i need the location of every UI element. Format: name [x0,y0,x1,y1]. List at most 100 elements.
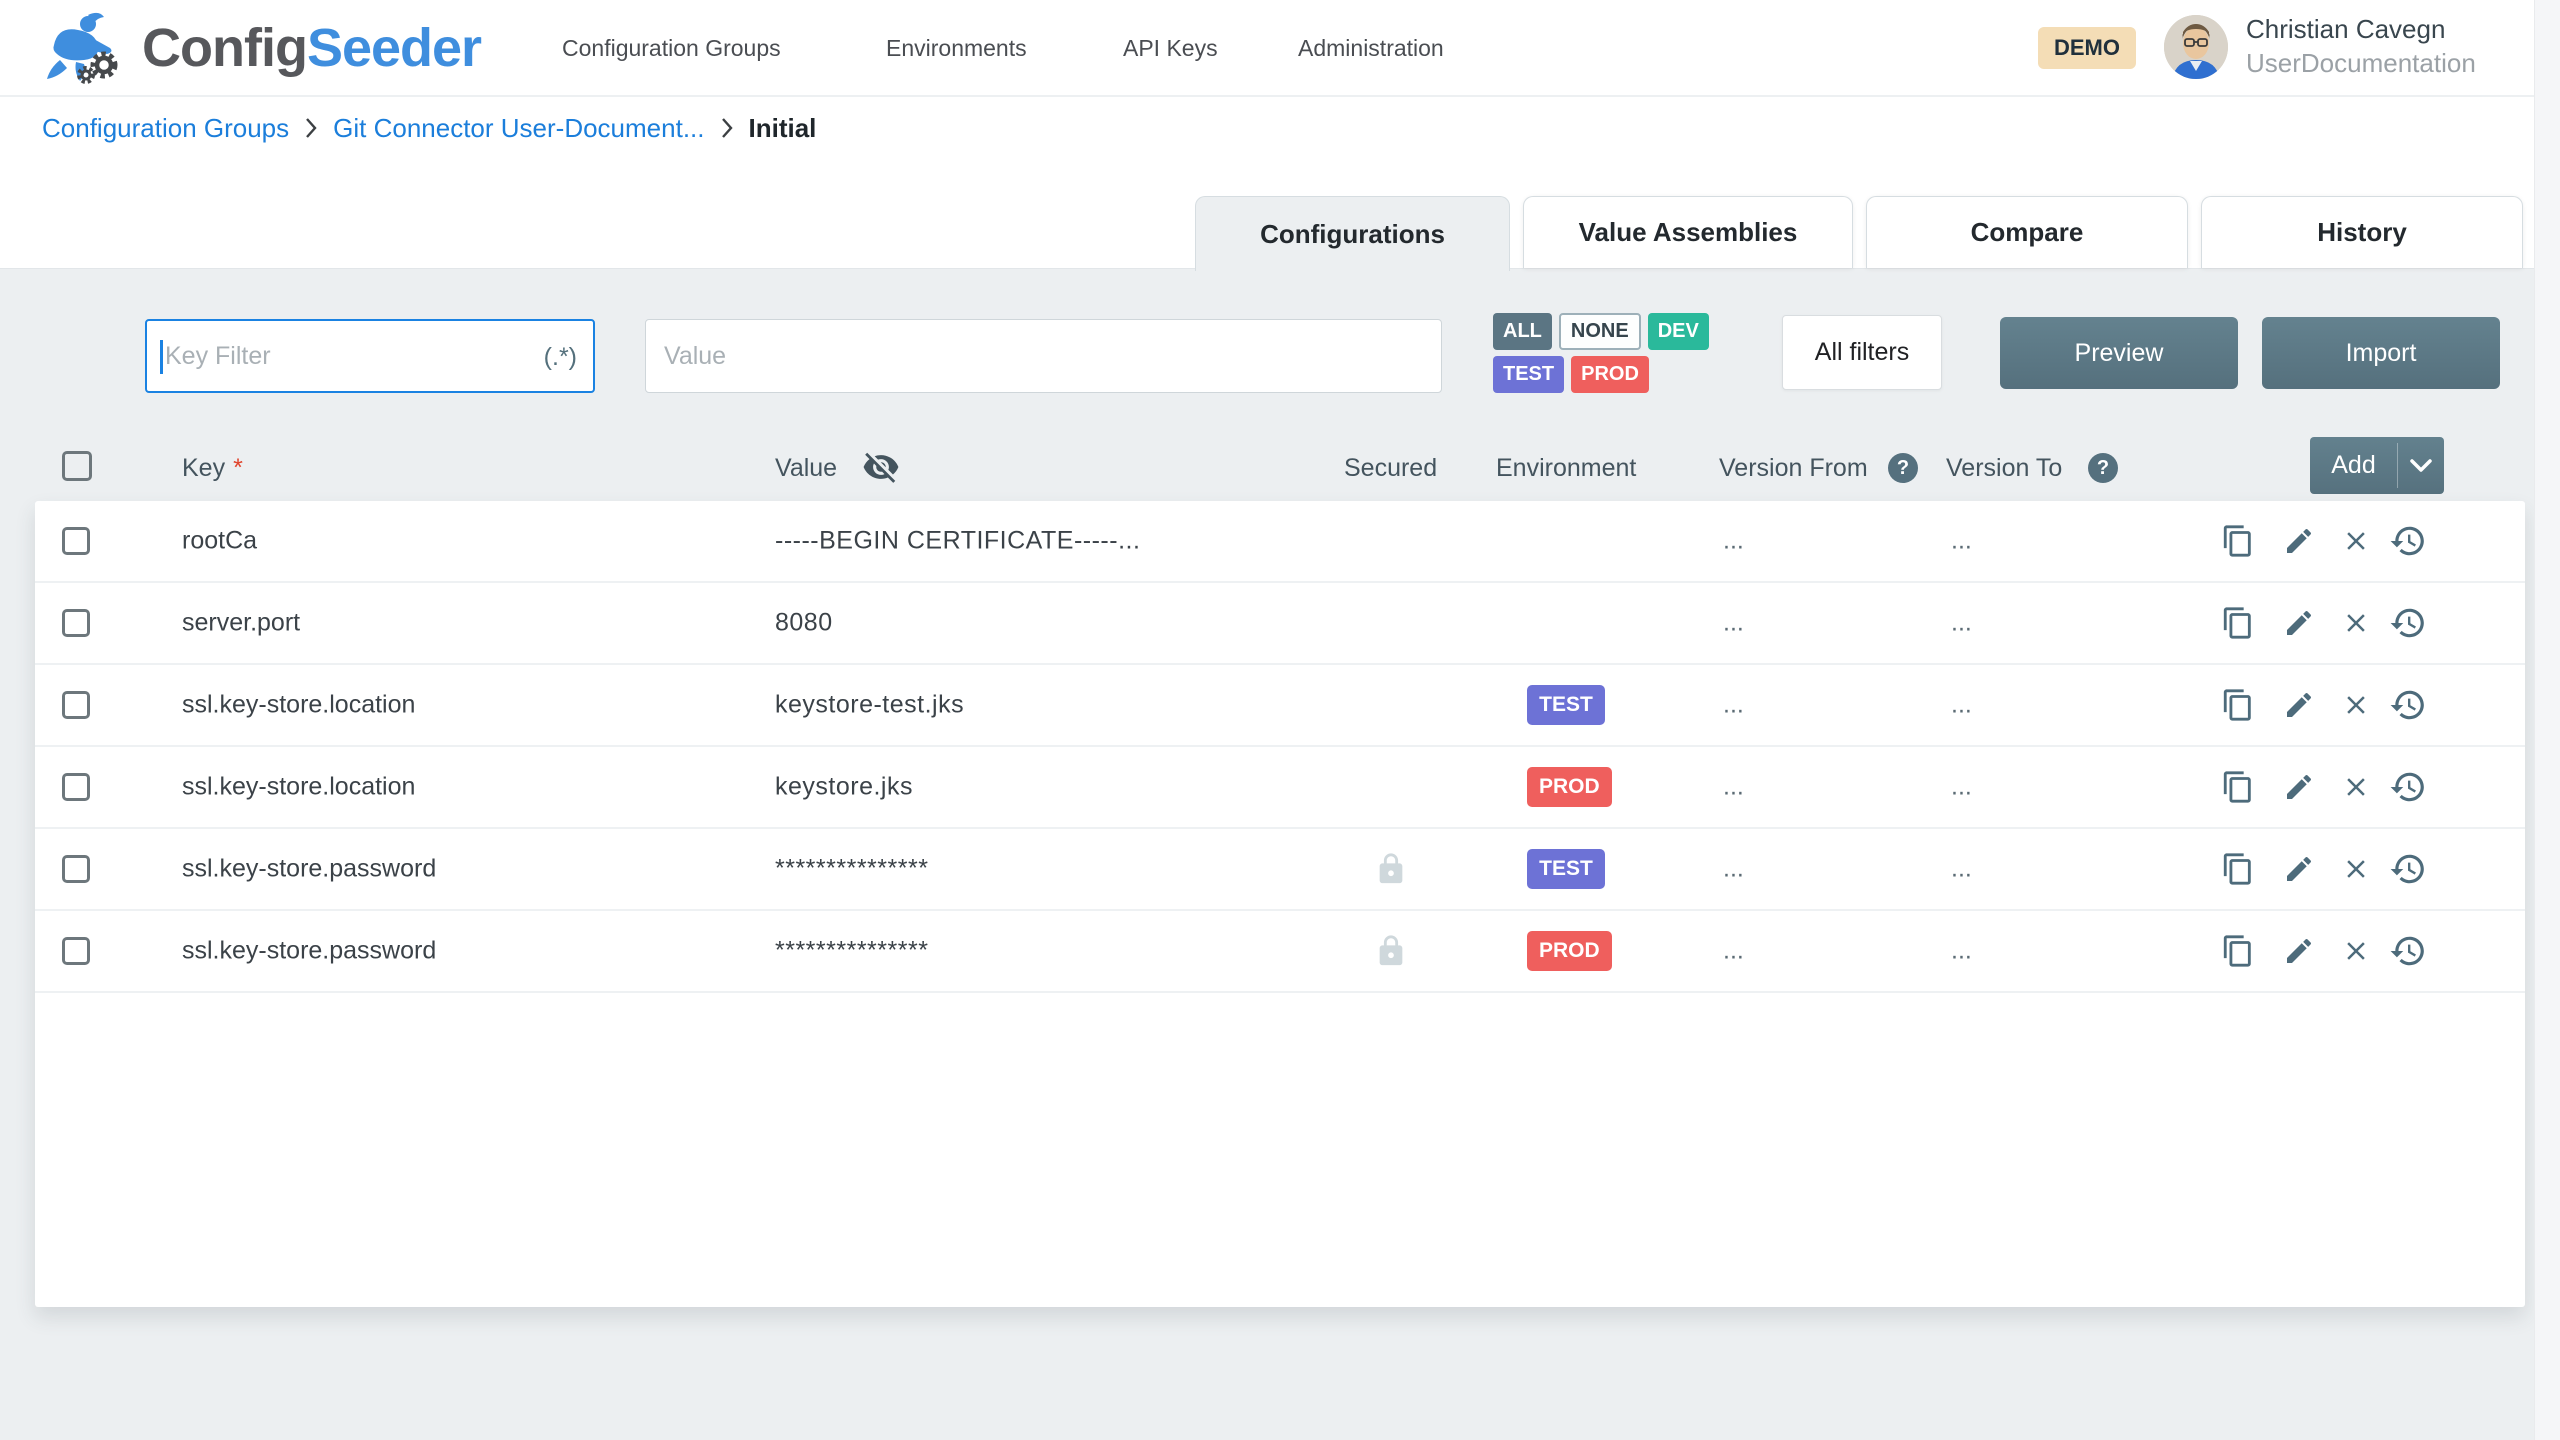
history-icon[interactable] [2389,768,2427,806]
select-all-checkbox[interactable] [62,451,92,481]
table-row: ssl.key-store.password *************** P… [35,911,2525,993]
nav-administration[interactable]: Administration [1298,33,1444,63]
column-header-environment: Environment [1496,453,1636,483]
row-value: 8080 [775,609,833,638]
environment-badge: PROD [1527,931,1612,971]
copy-icon[interactable] [2221,524,2255,558]
nav-api-keys[interactable]: API Keys [1123,33,1218,63]
copy-icon[interactable] [2221,770,2255,804]
header-divider [0,95,2560,97]
user-avatar[interactable] [2164,15,2228,79]
copy-icon[interactable] [2221,688,2255,722]
history-icon[interactable] [2389,604,2427,642]
table-row: ssl.key-store.password *************** T… [35,829,2525,911]
logo-text: ConfigSeeder [142,8,481,88]
edit-icon[interactable] [2283,853,2315,885]
delete-icon[interactable] [2341,690,2371,720]
configseeder-page: ConfigSeeder Configuration Groups Enviro… [0,0,2560,1440]
top-bar: ConfigSeeder Configuration Groups Enviro… [0,0,2560,95]
edit-icon[interactable] [2283,935,2315,967]
tab-strip: ConfigurationsValue AssembliesCompareHis… [1195,196,2523,271]
version-from-help-icon[interactable]: ? [1888,453,1918,483]
add-split-button[interactable]: Add [2310,437,2444,494]
version-to-value: ... [1951,855,1972,884]
tab-configurations[interactable]: Configurations [1195,196,1510,271]
version-from-value: ... [1723,527,1744,556]
preview-button[interactable]: Preview [2000,317,2238,389]
version-to-value: ... [1951,937,1972,966]
avatar-portrait [2164,15,2228,79]
tab-history[interactable]: History [2201,196,2523,268]
row-checkbox[interactable] [62,937,90,965]
nav-environments[interactable]: Environments [886,33,1027,63]
env-chip-dev[interactable]: DEV [1648,313,1709,350]
delete-icon[interactable] [2341,936,2371,966]
user-tenant: UserDocumentation [2246,47,2476,80]
tab-compare[interactable]: Compare [1866,196,2188,268]
table-row: ssl.key-store.location keystore.jks PROD… [35,747,2525,829]
row-key: server.port [182,609,300,638]
content-area: (.*) ALLNONEDEV TESTPROD All filters Pre… [0,268,2560,1440]
delete-icon[interactable] [2341,526,2371,556]
breadcrumb: Configuration Groups Git Connector User-… [42,108,816,148]
add-dropdown-chevron-icon[interactable] [2398,437,2444,494]
row-value: *************** [775,937,928,966]
version-to-help-icon[interactable]: ? [2088,453,2118,483]
environment-quick-filters: ALLNONEDEV TESTPROD [1493,313,1733,399]
tab-value-assemblies[interactable]: Value Assemblies [1523,196,1853,268]
key-filter-input[interactable] [147,321,593,391]
copy-icon[interactable] [2221,852,2255,886]
value-filter-input[interactable] [646,320,1441,392]
lock-icon [1374,934,1408,968]
text-caret [160,340,163,374]
version-from-value: ... [1723,855,1744,884]
history-icon[interactable] [2389,932,2427,970]
row-checkbox[interactable] [62,855,90,883]
column-header-version-from: Version From [1719,453,1868,483]
table-row: server.port 8080 ... ... [35,583,2525,665]
environment-badge: PROD [1527,767,1612,807]
version-to-value: ... [1951,691,1972,720]
version-to-value: ... [1951,527,1972,556]
history-icon[interactable] [2389,850,2427,888]
env-chip-none[interactable]: NONE [1559,313,1641,350]
row-value: -----BEGIN CERTIFICATE-----... [775,527,1140,556]
environment-badge: TEST [1527,849,1605,889]
env-chip-prod[interactable]: PROD [1571,356,1649,393]
row-checkbox[interactable] [62,691,90,719]
toggle-value-visibility-icon[interactable] [862,448,900,486]
add-button[interactable]: Add [2310,437,2397,494]
column-header-version-to: Version To [1946,453,2062,483]
copy-icon[interactable] [2221,934,2255,968]
all-filters-button[interactable]: All filters [1782,315,1942,390]
lock-icon [1374,852,1408,886]
row-checkbox[interactable] [62,527,90,555]
edit-icon[interactable] [2283,607,2315,639]
app-logo[interactable]: ConfigSeeder [44,8,481,88]
edit-icon[interactable] [2283,771,2315,803]
breadcrumb-configuration-groups[interactable]: Configuration Groups [42,113,289,144]
delete-icon[interactable] [2341,854,2371,884]
row-key: rootCa [182,527,257,556]
column-header-secured: Secured [1344,453,1437,483]
history-icon[interactable] [2389,522,2427,560]
nav-configuration-groups[interactable]: Configuration Groups [562,33,781,63]
row-checkbox[interactable] [62,609,90,637]
import-button[interactable]: Import [2262,317,2500,389]
edit-icon[interactable] [2283,525,2315,557]
column-header-value: Value [775,453,837,483]
env-chip-all[interactable]: ALL [1493,313,1552,350]
history-icon[interactable] [2389,686,2427,724]
row-checkbox[interactable] [62,773,90,801]
delete-icon[interactable] [2341,772,2371,802]
environment-badge: TEST [1527,685,1605,725]
breadcrumb-configuration-group-name[interactable]: Git Connector User-Document... [333,113,704,144]
row-value: *************** [775,855,928,884]
delete-icon[interactable] [2341,608,2371,638]
regex-hint: (.*) [544,321,577,393]
edit-icon[interactable] [2283,689,2315,721]
demo-badge: DEMO [2038,27,2136,69]
copy-icon[interactable] [2221,606,2255,640]
env-chip-test[interactable]: TEST [1493,356,1564,393]
scrollbar-track[interactable] [2534,0,2560,1440]
